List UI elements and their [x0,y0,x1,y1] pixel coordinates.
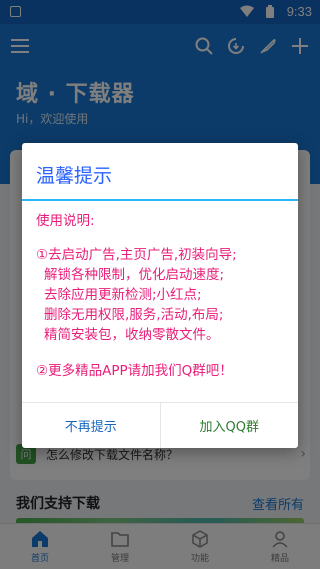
dialog-body: 使用说明: ①去启动广告,主页广告,初装向导; 解锁各种限制，优化启动速度; 去… [36,211,292,381]
usage-heading: 使用说明: [36,213,95,229]
join-qq-group-button[interactable]: 加入QQ群 [161,403,299,448]
dialog-title: 温馨提示 [36,165,113,187]
usage-line: 去除应用更新检测;小红点; [44,287,202,303]
dialog-actions: 不再提示 加入QQ群 [22,402,298,448]
dialog-divider [22,199,298,201]
usage-line: 删除无用权限,服务,活动,布局; [44,307,224,323]
usage-line: 解锁各种限制，优化启动速度; [44,267,225,283]
usage-line: 精简安装包，收纳零散文件。 [44,327,220,343]
usage-line: ①去启动广告,主页广告,初装向导; [36,247,237,263]
notice-dialog: 温馨提示 使用说明: ①去启动广告,主页广告,初装向导; 解锁各种限制，优化启动… [22,143,298,448]
dont-show-again-button[interactable]: 不再提示 [22,403,161,448]
qq-group-note: ②更多精品APP请加我们Q群吧！ [36,363,233,379]
